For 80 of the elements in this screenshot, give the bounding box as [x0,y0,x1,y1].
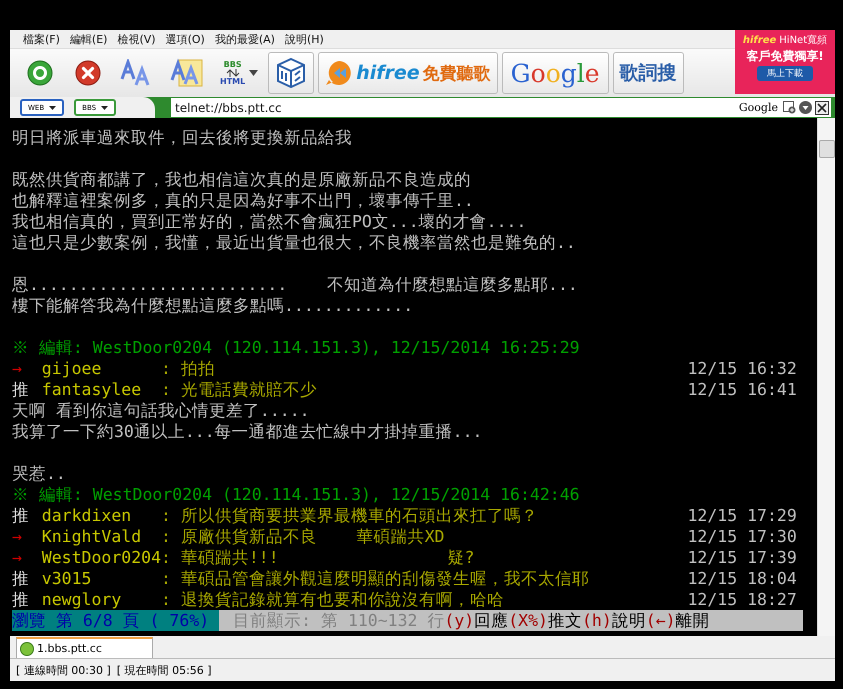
push-mark: 推 [12,589,30,610]
edit-note: ※ 編輯: WestDoor0204 (120.114.151.3), 12/15/2014 16:25:29 [12,337,580,358]
arrow-mark: → [12,358,23,379]
text-line: 也解釋這裡案例多，真的只是因為好事不出門，壞事傳千里.. [12,190,474,211]
key-hint: (X%) [508,610,548,631]
key-label: 回應 [474,610,508,631]
circle-icon [20,642,34,656]
text-line: 哭惹.. [12,463,66,484]
caret-icon [49,106,56,110]
text-line: 我算了一下約30通以上...每一通都進去忙線中才掛掉重播... [12,421,482,442]
cube-button[interactable] [268,52,314,94]
cube-icon [275,57,308,89]
scrollbar[interactable] [817,118,835,636]
ad-banner[interactable]: hifree HiNet寬頻 客戶免費獨享! 馬上下載 [735,30,835,94]
menu-item[interactable]: 我的最愛(A) [210,32,280,46]
comment-text: : 退換貨記錄就算有也要和你說沒有啊，哈哈 [161,589,505,610]
bbs-html-button[interactable]: BBS HTML [214,52,264,94]
text-line: 明日將派車過來取件，回去後將更換新品給我 [12,127,352,148]
close-icon[interactable] [815,100,829,114]
comment-text: : 原廠供貨新品不良 華碩踹共XD [161,526,446,547]
menu-item[interactable]: 編輯(E) [64,32,112,46]
timestamp: 12/15 18:27 [687,589,797,610]
text-line: 既然供貨商都講了，我也相信這次真的是原廠新品不良造成的 [12,169,471,190]
username: v3015 [42,568,92,589]
text-line: 我也相信真的，買到正常好的，當然不會瘋狂PO文...壞的才會.... [12,211,526,232]
edit-note: ※ 編輯: WestDoor0204 (120.114.151.3), 12/15/2014 16:42:46 [12,484,580,505]
push-mark: 推 [12,379,30,400]
status-text: [ 現在時間 05:56 ] [116,662,212,678]
font-highlight-icon [170,58,204,88]
comment-text: : 所以供貨商要拱業界最機車的石頭出來扛了嗎？ [161,505,539,526]
key-label: 離開 [676,610,710,631]
timestamp: 12/15 17:39 [687,547,797,568]
page-info: 瀏覽 第 6/8 頁 ( 76%) [12,610,220,631]
timestamp: 12/15 17:29 [687,505,797,526]
username: gijoee [42,358,102,379]
comment-text: : 拍拍 [161,358,216,379]
menu-item[interactable]: 選項(O) [160,32,210,46]
dropdown-icon[interactable] [799,101,812,114]
timestamp: 12/15 18:04 [687,568,797,589]
caret-icon [249,70,258,76]
menu-item[interactable]: 檢視(V) [112,32,161,46]
lyrics-search-link[interactable]: 歌詞搜 [612,52,684,94]
search-engine-label[interactable]: Google [738,101,778,114]
key-label: 說明 [612,610,646,631]
address-field[interactable]: telnet://bbs.ptt.cc [171,100,282,114]
text-line: 天啊 看到你這句話我心情更差了..... [12,400,310,421]
push-mark: 推 [12,568,30,589]
menu-item[interactable]: 檔案(F) [18,32,65,46]
close-icon [75,60,101,86]
text-line: 恩.......................... 不知道為什麼想點這麼多點耶... [12,274,578,295]
username: darkdixen [42,505,132,526]
comment-text: : 光電話費就賠不少 [161,379,318,400]
google-link[interactable]: Google [502,52,609,94]
key-hint: (y) [444,610,474,631]
comment-text: : 華碩踹共!!! 疑? [161,547,476,568]
arrow-mark: → [12,547,23,568]
add-page-icon[interactable] [783,101,796,114]
username: fantasylee [42,379,142,400]
tab[interactable]: 1.bbs.ptt.cc [16,637,153,658]
menu-item[interactable]: 說明(H) [280,32,329,46]
timestamp: 12/15 16:32 [687,358,797,379]
username: KnightVald [42,526,142,547]
key-hint: (←) [646,610,676,631]
timestamp: 12/15 16:41 [687,379,797,400]
arrow-mark: → [12,526,23,547]
key-label: 推文 [548,610,582,631]
timestamp: 12/15 17:30 [687,526,797,547]
key-hint: (h) [582,610,612,631]
ring-icon [27,60,53,86]
username: newglory [42,589,122,610]
text-line: 這也只是少數案例，我懂，最近出貨量也很大，不良機率當然也是難免的.. [12,232,576,253]
comment-text: : 華碩品管會讓外觀這麼明顯的刮傷發生喔，我不太信耶 [161,568,590,589]
caret-icon [101,106,108,110]
text-line: 樓下能解答我為什麼想點這麼多點嗎............. [12,295,414,316]
speech-bubble-icon [325,60,354,86]
line-position: 目前顯示: 第 110~132 行 [232,610,444,631]
status-text: [ 連線時間 00:30 ] [16,662,111,678]
username: WestDoor0204 [42,547,161,568]
arrows-icon [226,69,240,77]
push-mark: 推 [12,505,30,526]
